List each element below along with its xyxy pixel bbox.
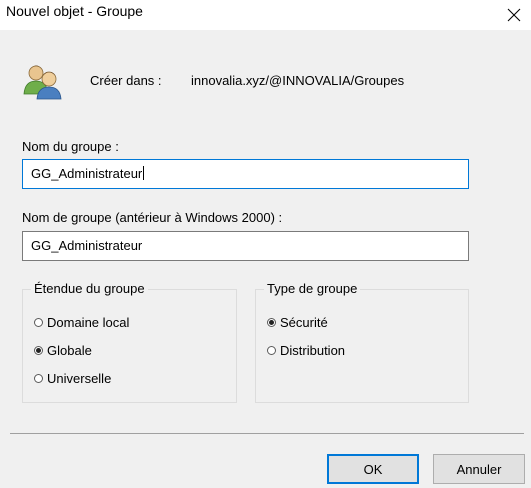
group-name-pre2000-label: Nom de groupe (antérieur à Windows 2000)… <box>22 210 283 225</box>
group-name-label: Nom du groupe : <box>22 139 119 154</box>
title-bar: Nouvel objet - Groupe <box>0 0 531 30</box>
window-title: Nouvel objet - Groupe <box>6 3 143 19</box>
radio-button[interactable] <box>34 318 43 327</box>
create-in-label: Créer dans : <box>90 73 162 88</box>
group-name-value: GG_Administrateur <box>31 166 143 181</box>
separator <box>10 433 524 434</box>
close-icon <box>507 8 521 22</box>
type-option-securite[interactable]: Sécurité <box>267 315 328 330</box>
radio-label: Distribution <box>280 343 346 358</box>
users-group-icon <box>22 62 64 100</box>
cancel-button[interactable]: Annuler <box>433 454 525 484</box>
radio-button[interactable] <box>34 374 43 383</box>
radio-button-selected[interactable] <box>34 346 43 355</box>
group-name-pre2000-input[interactable]: GG_Administrateur <box>22 231 469 261</box>
ok-button[interactable]: OK <box>327 454 419 484</box>
close-button[interactable] <box>497 0 531 30</box>
group-scope-legend: Étendue du groupe <box>31 281 148 296</box>
radio-label: Universelle <box>47 371 112 386</box>
text-caret <box>143 166 145 180</box>
radio-button[interactable] <box>267 346 276 355</box>
scope-option-universelle[interactable]: Universelle <box>34 371 111 386</box>
group-name-pre2000-value: GG_Administrateur <box>31 238 143 253</box>
radio-button-selected[interactable] <box>267 318 276 327</box>
scope-option-domaine-local[interactable]: Domaine local <box>34 315 129 330</box>
radio-label: Sécurité <box>280 315 328 330</box>
scope-option-globale[interactable]: Globale <box>34 343 92 358</box>
group-type-legend: Type de groupe <box>264 281 361 296</box>
create-in-path: innovalia.xyz/@INNOVALIA/Groupes <box>191 73 405 88</box>
type-option-distribution[interactable]: Distribution <box>267 343 345 358</box>
group-name-input[interactable]: GG_Administrateur <box>22 159 469 189</box>
radio-label: Domaine local <box>47 315 130 330</box>
radio-label: Globale <box>47 343 92 358</box>
